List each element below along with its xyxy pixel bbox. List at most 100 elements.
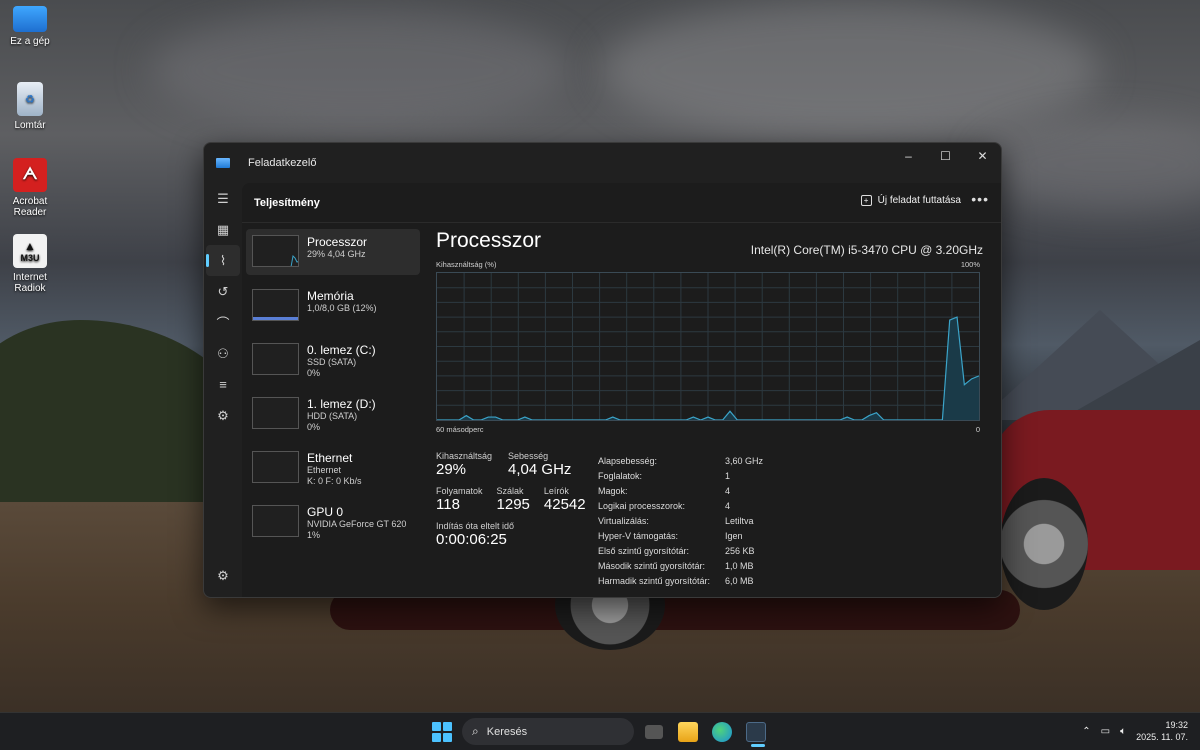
property-row: Első szintű gyorsítótár: 256 KB (598, 543, 763, 558)
cpu-detail-panel: Processzor Intel(R) Core(TM) i5-3470 CPU… (436, 229, 987, 597)
property-value: 256 KB (725, 545, 755, 556)
chevron-up-icon[interactable]: ⌃ (1082, 726, 1090, 737)
recycle-bin-icon: ♻ (17, 82, 43, 116)
hamburger-icon[interactable]: ☰ (204, 183, 242, 214)
services-icon[interactable]: ⚙ (204, 400, 242, 431)
property-key: Harmadik szintű gyorsítótár: (598, 575, 711, 586)
acrobat-icon: ᗅ (13, 158, 47, 192)
page-title: Teljesítmény (254, 196, 320, 209)
desktop-icon-label: Ez a gép (10, 36, 50, 47)
property-value: Igen (725, 530, 743, 541)
cpu-thumbnail-graph (252, 235, 299, 267)
page-header: Teljesítmény + Új feladat futtatása ••• (242, 183, 1001, 223)
resource-detail: NVIDIA GeForce GT 620 (307, 519, 407, 530)
property-key: Foglalatok: (598, 470, 643, 481)
maximize-button[interactable]: ☐ (927, 143, 964, 169)
property-row: Második szintű gyorsítótár: 1,0 MB (598, 558, 763, 573)
run-task-icon: + (860, 195, 872, 206)
performance-icon[interactable]: ⌇ (206, 245, 240, 276)
cpu-stats: Kihasználtság 29% Sebesség 4,04 GHz Foly… (436, 451, 596, 548)
resource-name: Ethernet (307, 451, 353, 465)
property-row: Magok: 4 (598, 483, 763, 498)
graph-max-label: 100% (960, 260, 980, 269)
cpu-usage-chart (437, 273, 980, 421)
property-row: Alapsebesség: 3,60 GHz (598, 453, 763, 468)
property-value: 4 (725, 485, 731, 496)
resource-name: GPU 0 (307, 505, 344, 519)
property-value: Letiltva (725, 515, 754, 526)
details-icon[interactable]: ≡ (204, 369, 242, 400)
app-history-icon[interactable]: ↺ (204, 276, 242, 307)
cpu-thumbnail-sparkline (290, 254, 298, 266)
task-view-icon[interactable] (645, 725, 663, 739)
resource-item-memory[interactable]: Memória 1,0/8,0 GB (12%) (246, 283, 420, 329)
desktop-icon-this-pc[interactable]: Ez a gép (0, 6, 60, 47)
processes-value: 118 (436, 496, 460, 513)
resource-list: Processzor 29% 4,04 GHz Memória 1,0/8,0 … (246, 229, 420, 553)
property-value: 3,60 GHz (725, 455, 764, 466)
start-button[interactable] (432, 722, 452, 742)
clock-date: 2025. 11. 07. (1136, 732, 1188, 743)
handles-label: Leírók (543, 486, 569, 496)
speed-label: Sebesség (508, 451, 549, 461)
property-value: 6,0 MB (725, 575, 754, 586)
cpu-model: Intel(R) Core(TM) i5-3470 CPU @ 3.20GHz (750, 243, 983, 257)
disk-d-thumbnail-graph (252, 397, 299, 429)
volume-icon[interactable]: 🔈︎ (1120, 726, 1126, 737)
property-key: Magok: (598, 485, 628, 496)
property-row: Logikai processzorok: 4 (598, 498, 763, 513)
resource-item-cpu[interactable]: Processzor 29% 4,04 GHz (246, 229, 420, 275)
property-key: Logikai processzorok: (598, 500, 686, 511)
edge-icon[interactable] (712, 722, 732, 742)
title-bar[interactable]: Feladatkezelő – ☐ ✕ (204, 143, 1001, 183)
clock[interactable]: 19:32 2025. 11. 07. (1136, 719, 1188, 743)
main-content: Teljesítmény + Új feladat futtatása ••• … (242, 183, 1001, 597)
resource-item-ethernet[interactable]: Ethernet Ethernet K: 0 F: 0 Kb/s (246, 445, 420, 491)
task-manager-taskbar-icon[interactable] (746, 722, 766, 742)
windows-logo-tile (443, 722, 452, 731)
graph-label: Kihasználtság (%) (436, 260, 497, 269)
gpu-thumbnail-graph (252, 505, 299, 537)
property-key: Alapsebesség: (598, 455, 658, 466)
desktop-icon-recycle-bin[interactable]: ♻ Lomtár (0, 82, 60, 131)
processes-icon[interactable]: ▦ (204, 214, 242, 245)
property-value: 1 (725, 470, 731, 481)
property-value: 1,0 MB (725, 560, 754, 571)
cpu-usage-graph (436, 272, 980, 421)
resource-item-disk-d[interactable]: 1. lemez (D:) HDD (SATA) 0% (246, 391, 420, 437)
threads-label: Szálak (496, 486, 524, 496)
desktop-icon-acrobat[interactable]: ᗅ Acrobat Reader (0, 158, 60, 218)
desktop-icon-label: Acrobat Reader (12, 196, 48, 218)
disk-c-thumbnail-graph (252, 343, 299, 375)
threads-value: 1295 (496, 496, 530, 513)
settings-icon[interactable]: ⚙ (204, 560, 242, 591)
run-new-task-button[interactable]: + Új feladat futtatása (860, 195, 961, 206)
resource-name: 0. lemez (C:) (307, 343, 376, 357)
processes-label: Folyamatok (436, 486, 483, 496)
search-label: Keresés (486, 725, 528, 738)
memory-thumbnail-graph (252, 289, 299, 321)
minimize-button[interactable]: – (890, 143, 927, 169)
resource-usage: 0% (307, 422, 321, 433)
resource-detail: SSD (SATA) (307, 357, 357, 368)
users-icon[interactable]: ⚇ (204, 338, 242, 369)
run-task-label: Új feladat futtatása (877, 195, 961, 206)
search-icon: ⌕ (472, 724, 479, 738)
clock-time: 19:32 (1165, 720, 1188, 730)
graph-span-label: 60 másodperc (436, 425, 484, 434)
resource-item-disk-c[interactable]: 0. lemez (C:) SSD (SATA) 0% (246, 337, 420, 383)
network-icon[interactable]: ▭ (1101, 726, 1110, 737)
file-explorer-icon[interactable] (678, 722, 698, 742)
more-options-button[interactable]: ••• (971, 191, 989, 207)
resource-detail: 1,0/8,0 GB (12%) (307, 303, 377, 314)
handles-value: 42542 (543, 496, 586, 513)
task-manager-window: Feladatkezelő – ☐ ✕ ☰ ▦ ⌇ ↺ ⌒ ⚇ ≡ ⚙ ⚙ Te… (203, 142, 1002, 598)
startup-apps-icon[interactable]: ⌒ (204, 307, 242, 338)
desktop-icon-label: Internet Radiok (13, 272, 47, 294)
desktop-icon-internet-radio[interactable]: ▲ M3U Internet Radiok (0, 234, 60, 294)
close-button[interactable]: ✕ (964, 143, 1001, 169)
resource-item-gpu[interactable]: GPU 0 NVIDIA GeForce GT 620 1% (246, 499, 420, 545)
navigation-rail: ☰ ▦ ⌇ ↺ ⌒ ⚇ ≡ ⚙ ⚙ (204, 183, 242, 597)
taskbar-search[interactable]: ⌕ Keresés (462, 718, 634, 745)
resource-usage: 0% (307, 368, 321, 379)
